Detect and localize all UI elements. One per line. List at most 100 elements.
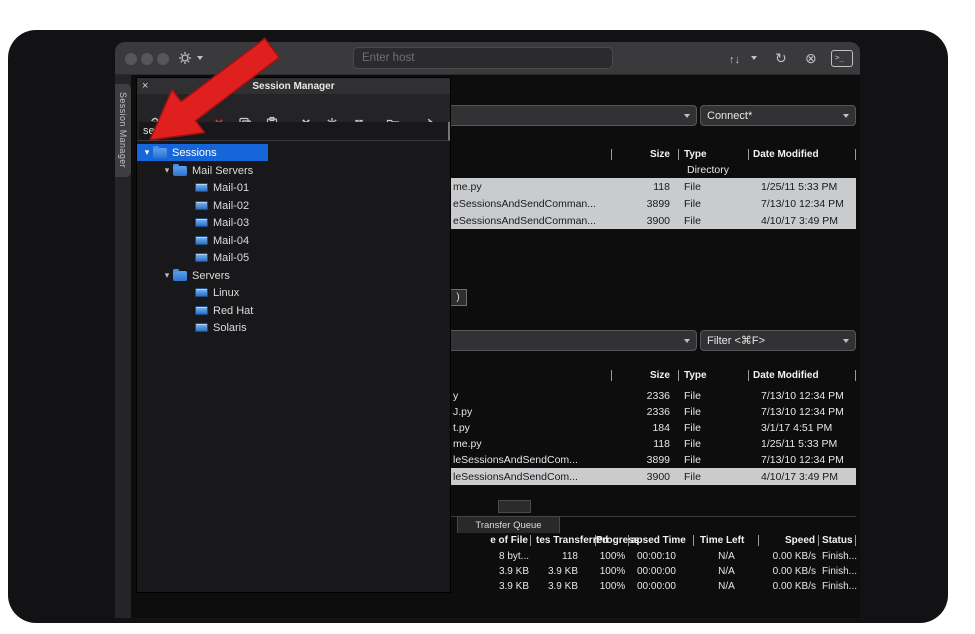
file-size: 184	[612, 422, 679, 434]
transfer-bytes: 118	[531, 551, 596, 562]
column-elapsed-time[interactable]: apsed Time	[629, 535, 694, 546]
chevron-down-icon[interactable]: ▾	[161, 165, 173, 176]
file-date: 7/13/10 12:34 PM	[749, 454, 856, 466]
transfer-speed: 0.00 KB/s	[759, 566, 819, 577]
column-date-modified[interactable]: Date Modified	[749, 149, 856, 160]
file-size: 3900	[612, 471, 679, 483]
tree-item-label: Sessions	[172, 147, 217, 159]
column-speed[interactable]: Speed	[759, 535, 819, 546]
session-manager-titlebar[interactable]: × Session Manager	[137, 78, 450, 94]
session-icon	[195, 218, 208, 227]
transfer-time-left: N/A	[694, 581, 759, 592]
folder-icon	[153, 148, 167, 158]
file-type: File	[679, 181, 749, 193]
tree-item-mail-servers[interactable]: ▾ Mail Servers	[137, 162, 450, 179]
session-manager-side-tab-label: Session Manager	[118, 92, 128, 168]
session-filter-input[interactable]	[137, 122, 450, 141]
transfer-elapsed: 00:00:00	[629, 581, 694, 592]
column-type[interactable]: Type	[679, 149, 749, 160]
transfer-status: Finish...	[819, 551, 856, 562]
gear-menu-button[interactable]	[177, 50, 193, 66]
tree-item-mail-05[interactable]: Mail-05	[137, 249, 450, 266]
tree-item-label: Mail-02	[213, 200, 249, 212]
session-manager-toolbar: + × ×	[137, 94, 450, 122]
tree-item-mail-02[interactable]: Mail-02	[137, 197, 450, 214]
close-window-button[interactable]	[125, 53, 137, 65]
session-manager-panel: × Session Manager + × ×	[137, 78, 450, 592]
zoom-window-button[interactable]	[157, 53, 169, 65]
close-icon[interactable]: ×	[142, 78, 148, 94]
filter-button[interactable]: Filter <⌘F>	[700, 330, 856, 351]
file-type: File	[679, 438, 749, 450]
app-window: ↑↓ ↻ ⊗ >_ Session Manager Connect* Size …	[115, 42, 860, 618]
tab-transfer-queue[interactable]: Transfer Queue	[457, 516, 560, 533]
file-date: 4/10/17 3:49 PM	[749, 471, 856, 483]
refresh-icon[interactable]: ↻	[775, 48, 787, 68]
column-size[interactable]: Size	[612, 149, 679, 160]
terminal-icon[interactable]: >_	[831, 50, 853, 67]
session-manager-title: Session Manager	[137, 81, 450, 92]
chevron-down-icon[interactable]: ▾	[141, 147, 153, 158]
tree-item-solaris[interactable]: Solaris	[137, 319, 450, 336]
column-progress[interactable]: Progress	[596, 535, 629, 546]
session-icon	[195, 201, 208, 210]
file-date: 1/25/11 5:33 PM	[749, 181, 856, 193]
file-date: 7/13/10 12:34 PM	[749, 198, 856, 210]
file-type: File	[679, 390, 749, 402]
transfer-time-left: N/A	[694, 566, 759, 577]
tree-item-label: Mail-04	[213, 235, 249, 247]
transfer-bytes: 3.9 KB	[531, 566, 596, 577]
column-date-modified[interactable]: Date Modified	[749, 370, 856, 381]
column-status[interactable]: Status	[819, 535, 856, 546]
connect-caret-icon	[843, 114, 849, 118]
host-input[interactable]	[353, 47, 613, 69]
file-size: 118	[612, 181, 679, 193]
splitter-fragment	[498, 500, 531, 513]
dropdown-caret-icon	[684, 339, 690, 343]
file-size: 118	[612, 438, 679, 450]
session-manager-side-tab[interactable]: Session Manager	[115, 84, 131, 177]
disconnect-icon[interactable]: ⊗	[805, 48, 817, 68]
chevron-down-icon[interactable]: ▾	[161, 270, 173, 281]
tree-item-sessions[interactable]: ▾ Sessions	[137, 144, 268, 161]
column-bytes-transferred[interactable]: tes Transferred	[531, 535, 596, 546]
transfer-elapsed: 00:00:00	[629, 566, 694, 577]
tree-item-label: Servers	[192, 270, 230, 282]
file-type: File	[679, 471, 749, 483]
file-date: 3/1/17 4:51 PM	[749, 422, 856, 434]
column-size[interactable]: Size	[612, 370, 679, 381]
tree-item-red-hat[interactable]: Red Hat	[137, 302, 450, 319]
file-type: Directory	[679, 164, 749, 176]
path-field-fragment[interactable]: )	[450, 289, 467, 306]
transfer-speed: 0.00 KB/s	[759, 551, 819, 562]
column-type[interactable]: Type	[679, 370, 749, 381]
tree-item-mail-03[interactable]: Mail-03	[137, 214, 450, 231]
sort-caret-icon[interactable]	[751, 56, 757, 60]
connect-button[interactable]: Connect*	[700, 105, 856, 126]
transfer-time-left: N/A	[694, 551, 759, 562]
file-size: 3899	[612, 198, 679, 210]
transfer-progress: 100%	[596, 566, 629, 577]
tree-item-mail-04[interactable]: Mail-04	[137, 232, 450, 249]
transfer-bytes: 3.9 KB	[531, 581, 596, 592]
tree-item-mail-01[interactable]: Mail-01	[137, 179, 450, 196]
file-date: 1/25/11 5:33 PM	[749, 438, 856, 450]
transfer-queue-tab-label: Transfer Queue	[475, 520, 541, 531]
tree-item-label: Mail Servers	[192, 165, 253, 177]
transfer-status: Finish...	[819, 566, 856, 577]
tree-item-servers[interactable]: ▾ Servers	[137, 267, 450, 284]
tree-item-linux[interactable]: Linux	[137, 284, 450, 301]
file-type: File	[679, 422, 749, 434]
session-icon	[195, 236, 208, 245]
sort-icon[interactable]: ↑↓	[729, 50, 740, 70]
column-time-left[interactable]: Time Left	[694, 535, 759, 546]
minimize-window-button[interactable]	[141, 53, 153, 65]
folder-icon	[173, 166, 187, 176]
session-tree: ▾ Sessions ▾ Mail Servers Mail-01 Mail-0…	[137, 141, 450, 592]
file-type: File	[679, 454, 749, 466]
session-icon	[195, 323, 208, 332]
session-icon	[195, 183, 208, 192]
file-size: 2336	[612, 406, 679, 418]
gear-menu-caret-icon	[197, 56, 203, 60]
file-size: 3900	[612, 215, 679, 227]
